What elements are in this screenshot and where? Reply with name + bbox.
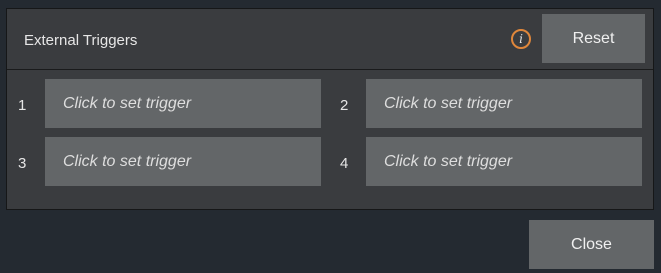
trigger-1-button[interactable]: Click to set trigger (45, 79, 321, 128)
trigger-3-button[interactable]: Click to set trigger (45, 137, 321, 186)
reset-button[interactable]: Reset (542, 14, 645, 63)
close-button[interactable]: Close (529, 220, 654, 269)
triggers-panel: External Triggers i Reset 1 Click to set… (6, 8, 654, 210)
trigger-4-number: 4 (340, 155, 349, 172)
info-icon[interactable]: i (511, 29, 531, 49)
trigger-2-number: 2 (340, 97, 349, 114)
external-triggers-dialog: External Triggers i Reset 1 Click to set… (0, 0, 661, 273)
trigger-1-number: 1 (18, 97, 27, 114)
trigger-4-button[interactable]: Click to set trigger (366, 137, 642, 186)
trigger-2-button[interactable]: Click to set trigger (366, 79, 642, 128)
trigger-3-number: 3 (18, 155, 27, 172)
panel-header: External Triggers i Reset (7, 9, 653, 70)
panel-title: External Triggers (24, 32, 138, 49)
